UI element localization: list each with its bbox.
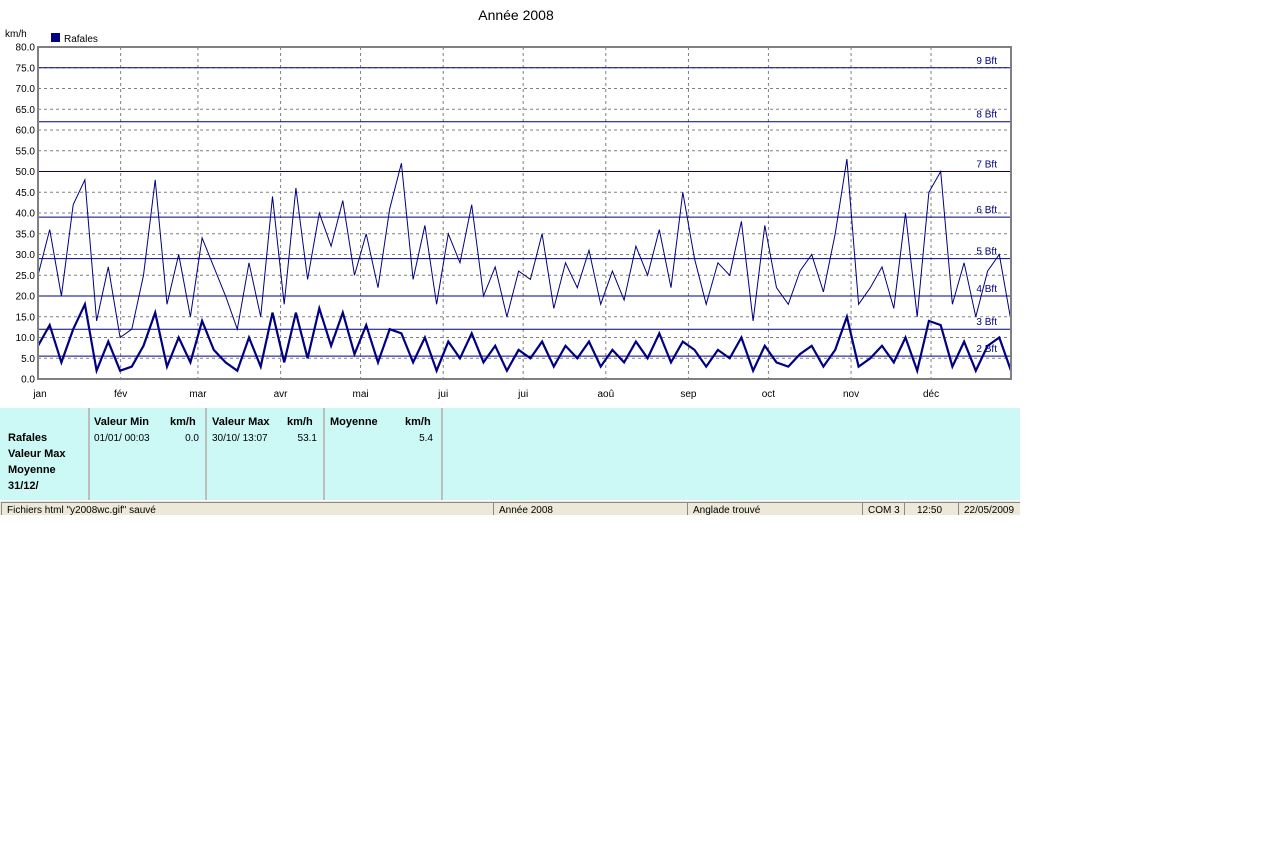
y-tick-label: 10.0 xyxy=(16,333,36,344)
status-station: Anglade trouvé xyxy=(687,502,862,515)
month-label: avr xyxy=(274,389,289,400)
y-tick-label: 25.0 xyxy=(16,271,36,282)
beaufort-label: 8 Bft xyxy=(976,110,997,121)
y-tick-label: 15.0 xyxy=(16,312,36,323)
y-tick-label: 30.0 xyxy=(16,250,36,261)
y-tick-label: 70.0 xyxy=(16,84,36,95)
status-date: 22/05/2009 xyxy=(958,502,1020,515)
max-value-cell: Valeur Max km/h 30/10/ 13:07 53.1 xyxy=(207,408,325,500)
row-labels-cell: Rafales Valeur Max Moyenne 31/12/ xyxy=(0,408,90,500)
row-label-valeur-max: Valeur Max xyxy=(8,448,66,460)
y-tick-label: 55.0 xyxy=(16,146,36,157)
status-year: Année 2008 xyxy=(493,502,687,515)
beaufort-label: 7 Bft xyxy=(976,160,997,171)
average-cell: Moyenne km/h 5.4 xyxy=(325,408,443,500)
beaufort-label: 3 Bft xyxy=(976,317,997,328)
x-axis: jan fév mar avr mai jui jui aoû sep oct nov déc xyxy=(32,389,939,400)
status-port: COM 3 xyxy=(862,502,904,515)
month-label: oct xyxy=(762,389,776,400)
row-label-date: 31/12/ xyxy=(8,480,39,492)
min-value-cell: Valeur Min km/h 01/01/ 00:03 0.0 xyxy=(90,408,207,500)
y-tick-label: 50.0 xyxy=(16,167,36,178)
legend-label: Rafales xyxy=(64,34,98,45)
max-date: 30/10/ 13:07 xyxy=(212,433,268,444)
beaufort-label: 9 Bft xyxy=(976,56,997,67)
month-label: jui xyxy=(437,389,448,400)
min-unit: km/h xyxy=(170,416,196,428)
y-tick-label: 5.0 xyxy=(21,354,35,365)
min-title: Valeur Min xyxy=(94,416,150,428)
row-label-moyenne: Moyenne xyxy=(8,464,56,476)
month-label: mar xyxy=(189,389,207,400)
month-label: aoû xyxy=(597,389,614,400)
max-title: Valeur Max xyxy=(212,416,270,428)
beaufort-label: 5 Bft xyxy=(976,247,997,258)
month-label: sep xyxy=(680,389,697,400)
status-bar: Fichiers html "y2008wc.gif" sauvé Année … xyxy=(0,500,1020,515)
statistics-panel: Rafales Valeur Max Moyenne 31/12/ Valeur… xyxy=(0,408,1020,500)
min-date: 01/01/ 00:03 xyxy=(94,433,150,444)
y-tick-label: 40.0 xyxy=(16,209,36,220)
y-tick-label: 75.0 xyxy=(16,63,36,74)
max-value: 53.1 xyxy=(297,433,317,444)
avg-value: 5.4 xyxy=(419,433,433,444)
avg-title: Moyenne xyxy=(330,416,378,428)
y-tick-label: 35.0 xyxy=(16,229,36,240)
beaufort-label: 4 Bft xyxy=(976,284,997,295)
month-label: nov xyxy=(843,389,859,400)
avg-unit: km/h xyxy=(405,416,431,428)
month-label: jui xyxy=(517,389,528,400)
wind-gust-chart: Année 2008 km/h Rafales 2 Bft3 Bft4 Bft5… xyxy=(5,7,1013,400)
month-label: déc xyxy=(923,389,939,400)
month-label: jan xyxy=(32,389,46,400)
row-label-rafales: Rafales xyxy=(8,432,48,444)
y-tick-label: 60.0 xyxy=(16,126,36,137)
status-file: Fichiers html "y2008wc.gif" sauvé xyxy=(1,502,493,515)
y-tick-label: 20.0 xyxy=(16,292,36,303)
y-axis: 0.0 5.0 10.0 15.0 20.0 25.0 30.0 35.0 40.0 45.0 50… xyxy=(16,43,36,386)
chart-title: Année 2008 xyxy=(478,7,554,23)
max-unit: km/h xyxy=(287,416,313,428)
legend-swatch xyxy=(51,33,60,42)
month-label: fév xyxy=(114,389,127,400)
y-axis-unit: km/h xyxy=(5,29,27,40)
y-tick-label: 45.0 xyxy=(16,188,36,199)
y-tick-label: 80.0 xyxy=(16,43,36,54)
min-value: 0.0 xyxy=(185,433,199,444)
status-time: 12:50 xyxy=(904,502,958,515)
y-tick-label: 65.0 xyxy=(16,105,36,116)
beaufort-label: 6 Bft xyxy=(976,205,997,216)
y-tick-label: 0.0 xyxy=(21,375,35,386)
month-label: mai xyxy=(352,389,368,400)
